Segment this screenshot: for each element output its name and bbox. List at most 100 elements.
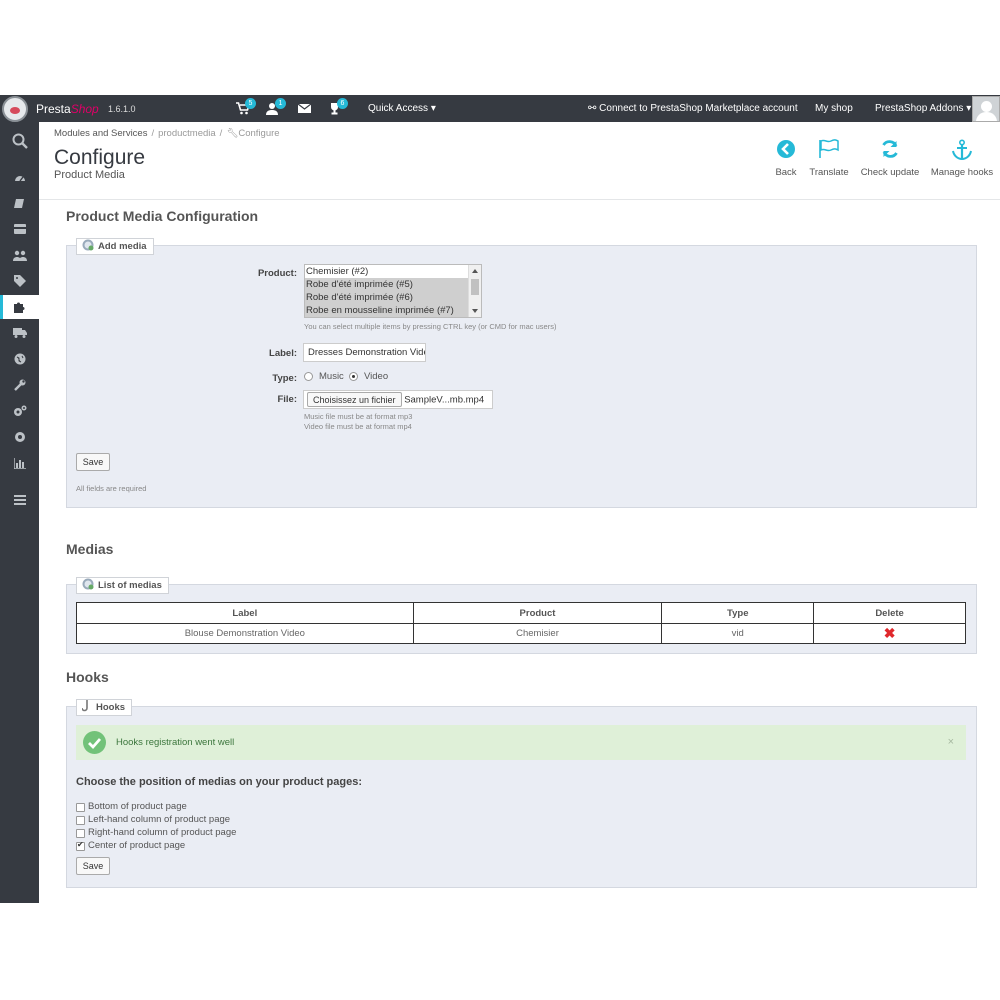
table-row: Blouse Demonstration Video Chemisier vid… — [76, 623, 966, 644]
top-header-bar: PrestaShop 1.6.1.0 5 1 6 Quick Access ▾ … — [0, 95, 1000, 122]
breadcrumb-productmedia[interactable]: productmedia — [158, 128, 216, 139]
dashboard-icon[interactable] — [0, 165, 39, 189]
translate-button[interactable]: Translate — [807, 139, 851, 178]
breadcrumb-modules[interactable]: Modules and Services — [54, 128, 147, 139]
orders-cart-icon[interactable]: 5 — [236, 98, 256, 115]
type-music-label: Music — [319, 371, 344, 382]
version-label: 1.6.1.0 — [108, 104, 136, 114]
label-field-label: Label: — [269, 348, 297, 359]
customers-badge: 1 — [275, 98, 286, 109]
file-hint-mp4: Video file must be at format mp4 — [304, 422, 412, 431]
page-subtitle: Product Media — [54, 169, 125, 181]
save-hooks-button[interactable]: Save — [76, 857, 110, 875]
link-icon: ⚯ — [588, 103, 597, 114]
column-header-type: Type — [661, 602, 815, 624]
media-type-cell: vid — [661, 623, 815, 644]
column-header-label: Label — [76, 602, 414, 624]
choose-file-button[interactable]: Choisissez un fichier — [307, 392, 402, 407]
list-medias-legend-label: List of medias — [98, 580, 162, 591]
medias-heading: Medias — [66, 541, 114, 557]
anchor-icon — [929, 139, 995, 161]
price-rules-tag-icon[interactable] — [0, 269, 39, 293]
search-icon[interactable] — [0, 126, 39, 156]
success-alert: Hooks registration went well × — [76, 725, 966, 760]
brand-suffix: Shop — [70, 102, 99, 116]
achievements-badge: 6 — [337, 98, 348, 109]
media-label-cell: Blouse Demonstration Video — [76, 623, 414, 644]
add-media-panel: Add media Product: Chemisier (#2) Robe d… — [66, 238, 977, 508]
caret-down-icon: ▾ — [966, 103, 972, 114]
achievements-trophy-icon[interactable]: 6 — [328, 98, 348, 115]
manage-hooks-button[interactable]: Manage hooks — [929, 139, 995, 178]
hook-icon — [81, 700, 92, 715]
type-video-radio[interactable] — [349, 372, 358, 381]
label-input[interactable]: Dresses Demonstration Video — [303, 343, 426, 362]
stats-bar-chart-icon[interactable] — [0, 451, 39, 475]
advanced-parameters-gears-icon[interactable] — [0, 399, 39, 423]
hooks-heading: Hooks — [66, 669, 109, 685]
file-hint-mp3: Music file must be at format mp3 — [304, 412, 413, 421]
file-name: SampleV...mb.mp4 — [404, 394, 485, 406]
medias-table: Label Product Type Delete Blouse Demonst… — [76, 602, 966, 644]
messages-envelope-icon[interactable] — [297, 102, 312, 115]
media-product-cell: Chemisier — [412, 623, 663, 644]
product-option[interactable]: Chemisier (#2) — [305, 265, 469, 278]
option-right-label: Right-hand column of product page — [88, 827, 237, 838]
brand-name[interactable]: PrestaShop — [36, 102, 99, 116]
close-alert-icon[interactable]: × — [948, 736, 954, 748]
back-button[interactable]: Back — [772, 139, 800, 178]
hooks-legend: Hooks — [76, 699, 133, 716]
my-shop-link[interactable]: My shop — [815, 103, 853, 114]
option-center-label: Center of product page — [88, 840, 186, 851]
column-header-product: Product — [412, 602, 663, 624]
back-label: Back — [775, 167, 797, 178]
product-option[interactable]: Robe d'été imprimée (#5) — [305, 278, 469, 291]
shipping-truck-icon[interactable] — [0, 321, 39, 345]
scrollbar[interactable] — [468, 265, 481, 317]
preferences-wrench-icon[interactable] — [0, 373, 39, 397]
list-medias-legend: List of medias — [76, 577, 169, 594]
connect-marketplace-link[interactable]: ⚯ Connect to PrestaShop Marketplace acco… — [588, 103, 798, 114]
wrench-icon: 🔧︎ — [226, 128, 239, 139]
check-update-button[interactable]: Check update — [858, 139, 922, 178]
option-left-label: Left-hand column of product page — [88, 814, 231, 825]
product-multiselect[interactable]: Chemisier (#2) Robe d'été imprimée (#5) … — [304, 264, 482, 318]
orders-badge: 5 — [245, 98, 256, 109]
translate-label: Translate — [809, 167, 849, 178]
checkbox-right-column[interactable] — [76, 829, 85, 838]
brand-prefix: Presta — [36, 102, 71, 116]
customers-group-icon[interactable] — [0, 243, 39, 267]
list-medias-panel: List of medias Label Product Type Delete… — [66, 577, 977, 654]
customers-user-icon[interactable]: 1 — [266, 98, 286, 115]
success-check-icon — [83, 731, 106, 754]
localization-globe-icon[interactable] — [0, 347, 39, 371]
modules-puzzle-icon[interactable] — [0, 295, 39, 319]
quick-access-label: Quick Access — [368, 103, 429, 114]
breadcrumb-configure: Configure — [238, 128, 280, 139]
caret-down-icon: ▾ — [430, 103, 436, 114]
product-option[interactable]: Robe d'été imprimée (#6) — [305, 291, 469, 304]
catalog-book-icon[interactable] — [0, 191, 39, 215]
type-label: Type: — [272, 373, 297, 384]
administration-cog-icon[interactable] — [0, 425, 39, 449]
required-note: All fields are required — [76, 484, 147, 493]
breadcrumb: Modules and Services / productmedia / 🔧︎Conf… — [54, 128, 280, 139]
addons-dropdown[interactable]: PrestaShop Addons ▾ — [875, 103, 971, 114]
avatar[interactable] — [972, 96, 1000, 122]
file-label: File: — [277, 394, 297, 405]
orders-card-icon[interactable] — [0, 217, 39, 241]
hooks-panel: Hooks Hooks registration went well × Cho… — [66, 699, 977, 888]
delete-x-icon[interactable]: ✖ — [884, 625, 896, 641]
product-option[interactable]: Robe en mousseline imprimée (#7) — [305, 304, 469, 317]
type-music-radio[interactable] — [304, 372, 313, 381]
product-label: Product: — [257, 268, 297, 279]
checkbox-center[interactable] — [76, 840, 85, 851]
sidebar — [0, 122, 39, 903]
checkbox-left-column[interactable] — [76, 816, 85, 825]
save-media-button[interactable]: Save — [76, 453, 110, 471]
checkbox-bottom[interactable] — [76, 803, 85, 812]
quick-access-dropdown[interactable]: Quick Access ▾ — [368, 103, 436, 114]
file-picker[interactable]: Choisissez un fichier SampleV...mb.mp4 — [303, 390, 493, 409]
prestashop-logo-icon[interactable] — [2, 96, 28, 122]
collapse-menu-icon[interactable] — [0, 488, 39, 512]
